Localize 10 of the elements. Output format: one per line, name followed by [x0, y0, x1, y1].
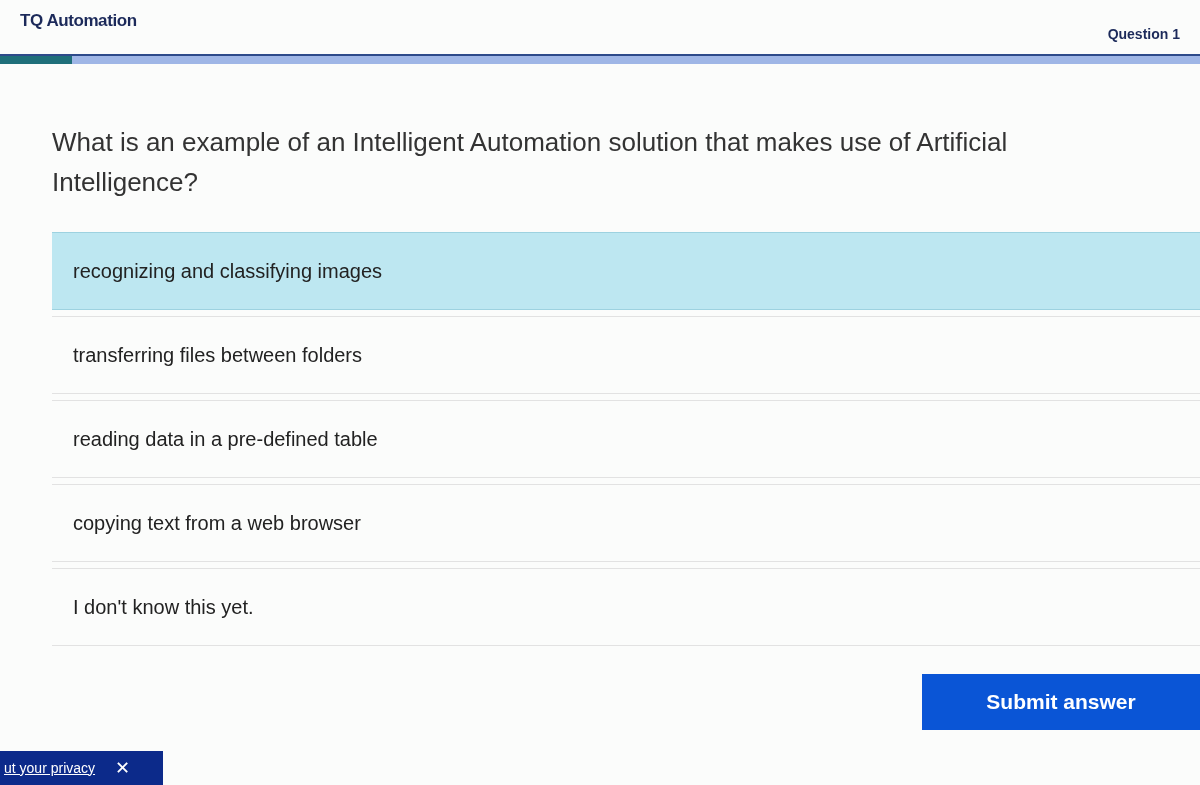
answer-option[interactable]: reading data in a pre-defined table: [52, 400, 1200, 478]
question-text: What is an example of an Intelligent Automation solution that makes use of Artificial Intelligence?: [52, 126, 1009, 199]
submit-button[interactable]: Submit answer: [922, 674, 1200, 730]
answer-option[interactable]: I don't know this yet.: [52, 568, 1200, 646]
brand-logo: TQ Automation: [20, 10, 137, 32]
answer-option[interactable]: copying text from a web browser: [52, 484, 1200, 562]
answer-option[interactable]: transferring files between folders: [52, 316, 1200, 394]
privacy-link[interactable]: ut your privacy: [4, 757, 96, 779]
question-counter: Question 1: [1107, 25, 1180, 44]
answer-option[interactable]: recognizing and classifying images: [52, 232, 1200, 310]
